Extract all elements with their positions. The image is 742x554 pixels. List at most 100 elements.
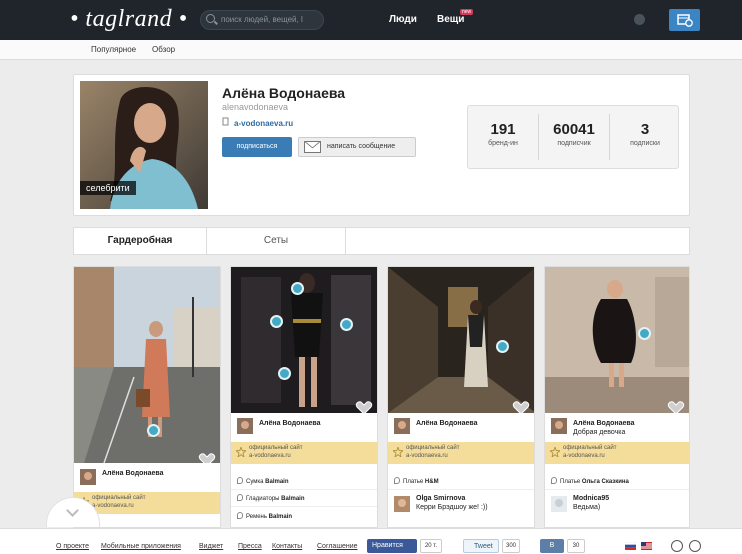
look-photo[interactable]	[231, 267, 377, 413]
card-user-name[interactable]: Алёна Водонаева	[259, 420, 321, 427]
chevron-down-icon	[66, 504, 79, 517]
heart-icon[interactable]	[355, 401, 373, 413]
badge-title: официальный сайт	[92, 495, 146, 501]
item-pin[interactable]	[278, 367, 291, 380]
stat-brand-in[interactable]: 191 бренд-ин	[468, 106, 538, 168]
profile-site-link[interactable]: a-vodonaeva.ru	[234, 119, 293, 128]
look-card[interactable]: Алёна Водонаева Добрая девочка официальн…	[544, 266, 690, 528]
star-icon	[236, 447, 246, 457]
item-label: Платье	[560, 479, 581, 485]
comment-user[interactable]: Olga Smirnova	[416, 495, 465, 502]
item-pin[interactable]	[496, 340, 509, 353]
item-tag[interactable]: Сумка Balmain	[237, 477, 289, 485]
look-photo[interactable]	[74, 267, 220, 463]
look-photo[interactable]	[545, 267, 689, 413]
item-label: Гладиаторы	[246, 496, 280, 502]
badge-title: официальный сайт	[563, 445, 617, 451]
look-card[interactable]: Алёна Водонаева официальный сайт a-vodon…	[387, 266, 535, 528]
top-bar: • taglrand • поиск людей, вещей, l Люди …	[0, 0, 742, 40]
tab-wardrobe[interactable]: Гардеробная	[74, 228, 206, 254]
stat-label: подписчик	[557, 140, 591, 147]
stat-number: 191	[490, 121, 516, 138]
item-tag[interactable]: Гладиаторы Balmain	[237, 494, 305, 502]
profile-tabs: Гардеробная Сеты	[73, 227, 690, 255]
look-photo-image	[231, 267, 377, 413]
card-user-name[interactable]: Алёна Водонаева	[573, 420, 635, 427]
item-pin[interactable]	[270, 315, 283, 328]
avatar[interactable]	[551, 418, 567, 434]
card-user-name[interactable]: Алёна Водонаева	[416, 420, 478, 427]
look-card[interactable]: Алёна Водонаева официальный сайт a-vodon…	[230, 266, 378, 528]
footer-link-contacts[interactable]: Контакты	[272, 543, 302, 550]
search-input[interactable]: поиск людей, вещей, l	[200, 10, 324, 30]
item-tag[interactable]: Ремень Balmain	[237, 512, 292, 520]
new-badge: new	[460, 9, 474, 15]
item-label: Сумка	[246, 479, 264, 485]
subnav-popular[interactable]: Популярное	[91, 45, 136, 54]
badge-site: a-vodonaeva.ru	[406, 453, 448, 459]
profile-photo[interactable]: селебрити	[80, 81, 208, 209]
footer-link-mobile-apps[interactable]: Мобильные приложения	[101, 543, 181, 550]
official-badge[interactable]: официальный сайт a-vodonaeva.ru	[231, 442, 377, 464]
stat-following[interactable]: 3 подписки	[610, 106, 680, 168]
item-brand: Balmain	[265, 479, 289, 485]
subscribe-button[interactable]: подписаться	[222, 137, 292, 157]
footer-link-widget[interactable]: Виджет	[199, 543, 223, 550]
profile-name: Алёна Водонаева	[222, 85, 346, 101]
tweet-button[interactable]: Tweet	[463, 539, 499, 553]
user-menu-button[interactable]	[669, 9, 700, 31]
item-pin[interactable]	[340, 318, 353, 331]
commenter-avatar[interactable]	[394, 496, 410, 512]
facebook-like-button[interactable]: Нравится	[367, 539, 417, 553]
official-badge[interactable]: официальный сайт a-vodonaeva.ru	[545, 442, 689, 464]
heart-icon[interactable]	[667, 401, 685, 413]
gear-icon[interactable]	[634, 14, 645, 25]
logo[interactable]: • taglrand •	[70, 6, 187, 33]
item-brand: Ольга Сказкина	[581, 479, 629, 485]
divider	[545, 489, 689, 490]
sub-navigation: Популярное Обзор	[0, 40, 742, 60]
official-badge[interactable]: официальный сайт a-vodonaeva.ru	[388, 442, 534, 464]
item-tag[interactable]: Платье H&M	[394, 477, 439, 485]
look-card[interactable]: Алёна Водонаева официальный сайт a-vodon…	[73, 266, 221, 528]
stat-number: 3	[640, 121, 650, 138]
footer-link-agreement[interactable]: Соглашение	[317, 543, 358, 550]
us-flag-icon[interactable]	[641, 542, 652, 550]
item-tag[interactable]: Платье Ольга Сказкина	[551, 477, 629, 485]
tag-icon	[551, 477, 557, 484]
tab-sets[interactable]: Сеты	[207, 228, 345, 254]
item-pin[interactable]	[291, 282, 304, 295]
look-photo-image	[545, 267, 689, 413]
wardrobe-icon	[677, 14, 693, 27]
nav-things[interactable]: Вещи	[437, 14, 464, 25]
commenter-avatar[interactable]	[551, 496, 567, 512]
tab-divider	[345, 228, 346, 254]
russian-flag-icon[interactable]	[625, 542, 636, 550]
stat-followers[interactable]: 60041 подписчик	[539, 106, 609, 168]
item-pin[interactable]	[147, 424, 160, 437]
stat-number: 60041	[553, 121, 595, 138]
help-icon[interactable]	[689, 540, 701, 552]
vk-share-button[interactable]: В	[540, 539, 564, 553]
card-user-name[interactable]: Алёна Водонаева	[102, 470, 164, 477]
badge-title: официальный сайт	[406, 445, 460, 451]
nav-people[interactable]: Люди	[389, 14, 417, 25]
item-brand: Balmain	[268, 514, 292, 520]
divider	[231, 489, 377, 490]
avatar[interactable]	[237, 418, 253, 434]
footer-link-about[interactable]: О проекте	[56, 543, 89, 550]
info-icon[interactable]	[671, 540, 683, 552]
heart-icon[interactable]	[512, 401, 530, 413]
avatar[interactable]	[80, 469, 96, 485]
item-pin[interactable]	[638, 327, 651, 340]
heart-icon[interactable]	[198, 453, 216, 463]
footer-link-press[interactable]: Пресса	[238, 543, 262, 550]
look-photo[interactable]	[388, 267, 534, 413]
avatar[interactable]	[394, 418, 410, 434]
star-icon	[393, 447, 403, 457]
comment-user[interactable]: Modnica95	[573, 495, 609, 502]
photo-tag: селебрити	[80, 181, 136, 195]
profile-stats: 191 бренд-ин 60041 подписчик 3 подписки	[467, 105, 679, 169]
comment-text: Керри Брэдшоу же! :))	[416, 504, 488, 511]
subnav-overview[interactable]: Обзор	[152, 45, 175, 54]
